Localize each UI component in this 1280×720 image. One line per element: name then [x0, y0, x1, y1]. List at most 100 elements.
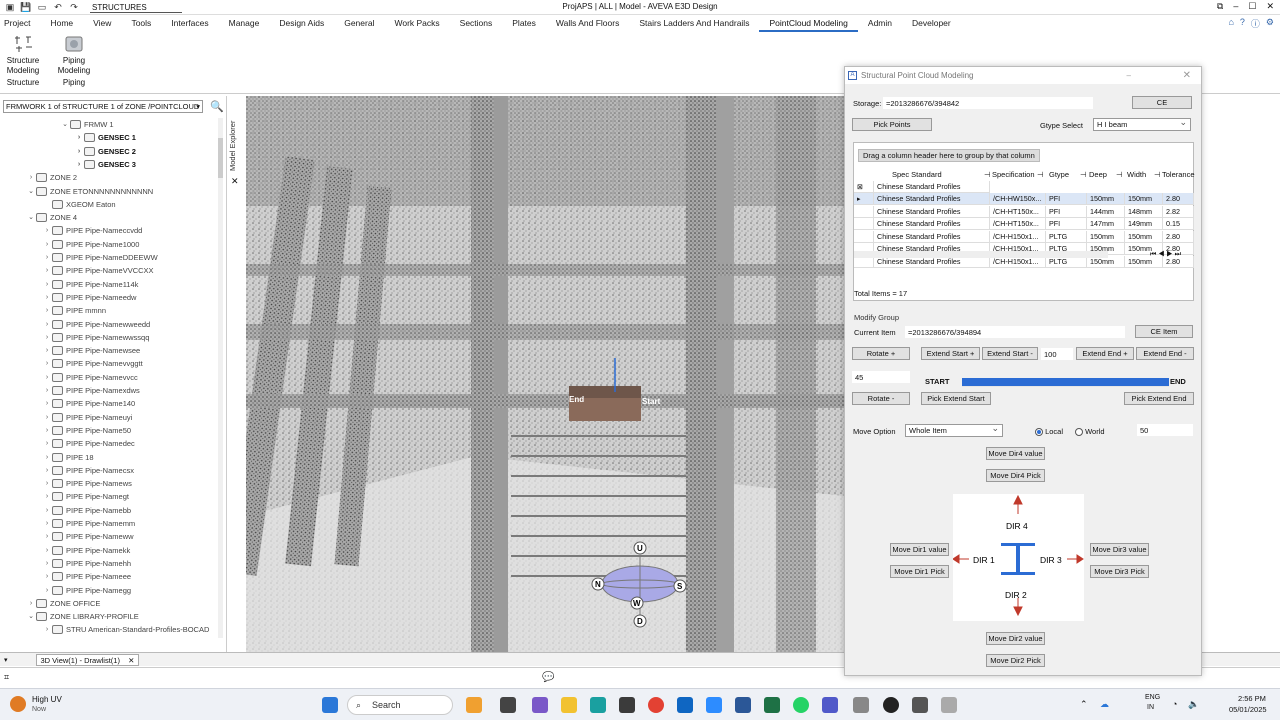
settings-icon[interactable]: ⚙	[1266, 17, 1274, 30]
extend-start-minus-button[interactable]: Extend Start -	[982, 347, 1038, 360]
table-row[interactable]: Chinese Standard Profiles/CH-H150x1... PL…	[854, 230, 1194, 243]
expand-toggle-icon[interactable]: ›	[42, 397, 52, 410]
expand-toggle-icon[interactable]: ›	[42, 544, 52, 557]
view-tab[interactable]: 3D View(1) - Drawlist(1) ✕	[35, 653, 140, 666]
menu-item-design-aids[interactable]: Design Aids	[269, 15, 334, 32]
app-icon[interactable]	[619, 697, 635, 713]
menu-item-interfaces[interactable]: Interfaces	[161, 15, 218, 32]
expand-toggle-icon[interactable]: ›	[42, 357, 52, 370]
command-icon[interactable]: ⌗	[4, 672, 9, 683]
piping-modeling-button[interactable]: Piping Modeling Piping	[53, 34, 95, 88]
menu-item-home[interactable]: Home	[40, 15, 83, 32]
ce-item-button[interactable]: CE Item	[1135, 325, 1193, 338]
col-width[interactable]: Width	[1127, 169, 1146, 180]
expand-toggle-icon[interactable]: ›	[42, 437, 52, 450]
expand-toggle-icon[interactable]: ›	[42, 584, 52, 597]
app-icon[interactable]	[941, 697, 957, 713]
expand-toggle-icon[interactable]: ›	[42, 251, 52, 264]
excel-icon[interactable]	[764, 697, 780, 713]
tree-item[interactable]: › PIPE 18	[42, 451, 94, 464]
app-icon[interactable]	[912, 697, 928, 713]
menu-item-general[interactable]: General	[334, 15, 384, 32]
structure-modeling-button[interactable]: Structure Modeling Structure	[2, 34, 44, 88]
tree-item[interactable]: › PIPE Pipe-Namewsee	[42, 344, 140, 357]
restore-icon[interactable]: ⧉	[1217, 1, 1223, 12]
outlook-icon[interactable]	[677, 697, 693, 713]
expand-toggle-icon[interactable]: ›	[42, 530, 52, 543]
tree-item[interactable]: › PIPE Pipe-Name114k	[42, 278, 138, 291]
pick-points-button[interactable]: Pick Points	[852, 118, 932, 131]
extend-end-minus-button[interactable]: Extend End -	[1136, 347, 1194, 360]
lang-secondary[interactable]: IN	[1147, 704, 1154, 711]
move-dir3-pick-button[interactable]: Move Dir3 Pick	[1090, 565, 1149, 578]
3d-viewport[interactable]: End Start U N S W D	[246, 96, 844, 652]
tree-item[interactable]: › PIPE Pipe-Name1000	[42, 238, 139, 251]
expand-toggle-icon[interactable]: ›	[42, 623, 52, 636]
gizmo-d[interactable]: D	[637, 617, 643, 626]
tree-item[interactable]: › STRU American-Standard-Profiles-BOCAD	[42, 623, 209, 636]
menu-item-walls-and-floors[interactable]: Walls And Floors	[546, 15, 629, 32]
tree-item[interactable]: › GENSEC 1	[74, 131, 136, 144]
tree-item[interactable]: › GENSEC 3	[74, 158, 136, 171]
tree-item[interactable]: › PIPE Pipe-Nameee	[42, 570, 131, 583]
radio-world[interactable]: World	[1075, 427, 1105, 437]
expand-toggle-icon[interactable]: ›	[26, 597, 36, 610]
expand-toggle-icon[interactable]: ›	[42, 477, 52, 490]
expand-toggle-icon[interactable]: ›	[42, 464, 52, 477]
expand-toggle-icon[interactable]: ›	[42, 278, 52, 291]
home-icon[interactable]: ⌂	[1228, 17, 1233, 30]
wifi-icon[interactable]: ◔	[1172, 699, 1177, 709]
tree-item[interactable]: › PIPE mmnn	[42, 304, 106, 317]
radio-local-indicator[interactable]	[1035, 428, 1043, 437]
expand-toggle-icon[interactable]: ⌄	[26, 211, 36, 224]
tree-item[interactable]: › PIPE Pipe-Namekk	[42, 544, 130, 557]
zoom-icon[interactable]	[706, 697, 722, 713]
menu-item-view[interactable]: View	[83, 15, 121, 32]
expand-toggle-icon[interactable]: ›	[42, 304, 52, 317]
gizmo-u[interactable]: U	[637, 544, 643, 553]
expand-toggle-icon[interactable]: ›	[42, 451, 52, 464]
gizmo-w[interactable]: W	[633, 599, 641, 608]
app-icon[interactable]	[590, 697, 606, 713]
expand-toggle-icon[interactable]: ›	[74, 131, 84, 144]
app-icon[interactable]	[532, 697, 548, 713]
tree-item[interactable]: › PIPE Pipe-Namedec	[42, 437, 135, 450]
storage-field[interactable]: =2013286676/394842	[883, 97, 1093, 109]
expand-toggle-icon[interactable]: ›	[42, 557, 52, 570]
tree-item[interactable]: › PIPE Pipe-NameDDEEWW	[42, 251, 158, 264]
tree-item[interactable]: ⌄ ZONE ETONNNNNNNNNNNN	[26, 185, 153, 198]
redo-icon[interactable]: ↷	[68, 2, 80, 13]
expand-toggle-icon[interactable]: ›	[42, 517, 52, 530]
expand-toggle-icon[interactable]: ›	[74, 145, 84, 158]
app-icon[interactable]	[500, 697, 516, 713]
expand-toggle-icon[interactable]: ›	[42, 318, 52, 331]
tree-item[interactable]: › PIPE Pipe-Namemm	[42, 517, 135, 530]
lang-primary[interactable]: ENG	[1145, 694, 1160, 701]
menu-item-pointcloud-modeling[interactable]: PointCloud Modeling	[759, 15, 858, 32]
move-dir3-value-button[interactable]: Move Dir3 value	[1090, 543, 1149, 556]
radio-local[interactable]: Local	[1035, 427, 1063, 437]
col-tolerance[interactable]: Tolerance	[1162, 169, 1195, 180]
tree-item[interactable]: › ZONE 2	[26, 171, 77, 184]
move-dir4-pick-button[interactable]: Move Dir4 Pick	[986, 469, 1045, 482]
save-icon[interactable]: 💾	[20, 2, 32, 13]
expand-toggle-icon[interactable]: ⌄	[26, 185, 36, 198]
expand-toggle-icon[interactable]: ›	[42, 570, 52, 583]
expand-toggle-icon[interactable]: ›	[42, 331, 52, 344]
tree-item[interactable]: › PIPE Pipe-Namehh	[42, 557, 131, 570]
tree-item[interactable]: › PIPE Pipe-Namegg	[42, 584, 131, 597]
close-icon[interactable]: ✕	[1183, 67, 1191, 84]
tree-item[interactable]: › PIPE Pipe-Nameww	[42, 530, 134, 543]
move-dir1-value-button[interactable]: Move Dir1 value	[890, 543, 949, 556]
tree-item[interactable]: › PIPE Pipe-Nameedw	[42, 291, 136, 304]
extend-start-plus-button[interactable]: Extend Start +	[921, 347, 980, 360]
tree-item[interactable]: ⌄ ZONE 4	[26, 211, 77, 224]
filter-cell[interactable]: Chinese Standard Profiles	[874, 181, 990, 193]
explorer-combo[interactable]: FRMWORK 1 of STRUCTURE 1 of ZONE /POINTC…	[3, 99, 203, 113]
gizmo-s[interactable]: S	[677, 582, 683, 591]
gizmo-n[interactable]: N	[595, 580, 601, 589]
chat-icon[interactable]: 💬	[542, 672, 554, 683]
expand-toggle-icon[interactable]: ⌄	[26, 610, 36, 623]
expand-toggle-icon[interactable]: ›	[42, 344, 52, 357]
move-dir2-pick-button[interactable]: Move Dir2 Pick	[986, 654, 1045, 667]
